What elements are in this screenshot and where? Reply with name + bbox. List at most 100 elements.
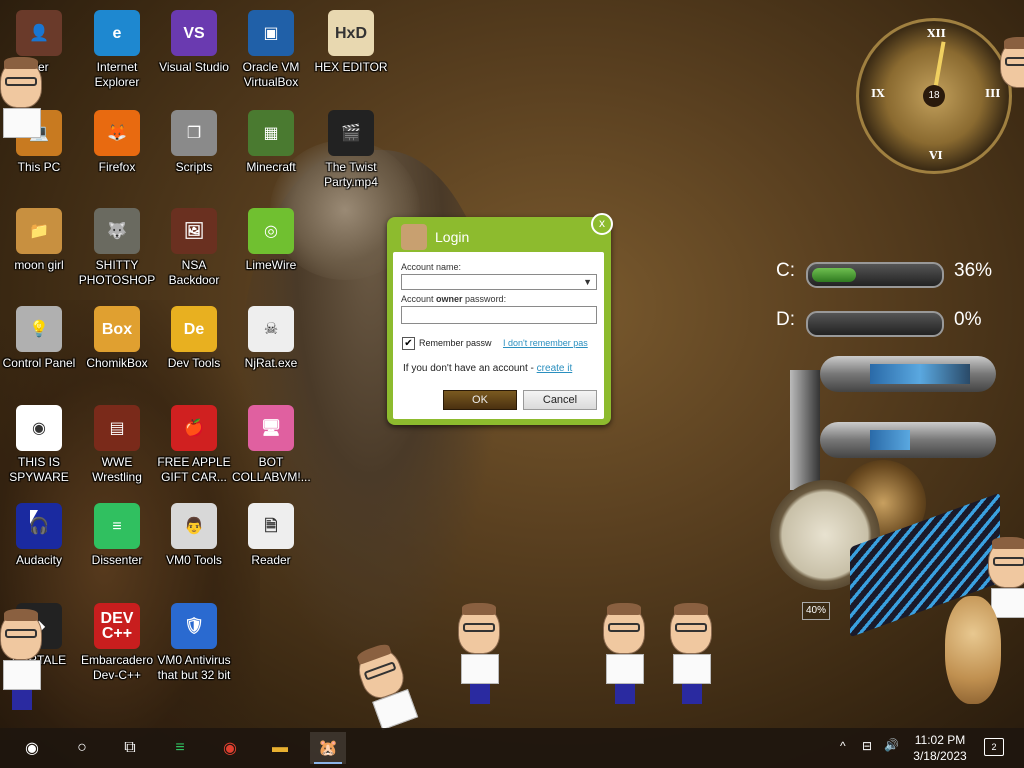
network-icon[interactable]: ⊟ bbox=[862, 739, 872, 753]
clock-gadget[interactable]: XII III VI IX 18 bbox=[856, 18, 1012, 174]
drive-fill bbox=[812, 268, 856, 282]
remember-checkbox[interactable]: ✔ bbox=[402, 337, 415, 350]
desktop-icon-label: The Twist Party.mp4 bbox=[324, 160, 378, 189]
taskbar-clock[interactable]: 11:02 PM 3/18/2023 bbox=[900, 732, 980, 764]
desktop-icon-label: Dev Tools bbox=[167, 356, 221, 370]
desktop-icon[interactable]: ▤ WWE Wrestling bbox=[78, 405, 156, 485]
desktop-icon-label: VM0 Tools bbox=[166, 553, 222, 567]
desktop-icon-label: WWE Wrestling bbox=[92, 455, 142, 484]
desktop-icon[interactable]: 🐺 SHITTY PHOTOSHOP bbox=[78, 208, 156, 288]
app-icon: ▦ bbox=[248, 110, 294, 156]
drive-letter: D: bbox=[776, 309, 795, 330]
close-icon[interactable]: x bbox=[591, 213, 613, 235]
hamster-mascot bbox=[945, 596, 1001, 704]
app-icon: ◎ bbox=[248, 208, 294, 254]
cancel-button[interactable]: Cancel bbox=[523, 390, 597, 410]
desktop-icon[interactable]: Box ChomikBox bbox=[78, 306, 156, 371]
desktop-icon-label: HEX EDITOR bbox=[314, 60, 388, 74]
desktop-icon[interactable]: De Dev Tools bbox=[155, 306, 233, 371]
chrome-icon: ◉ bbox=[223, 740, 237, 757]
app-icon: 👨 bbox=[171, 503, 217, 549]
app-icon: VS bbox=[171, 10, 217, 56]
dialog-title: Login bbox=[435, 229, 470, 245]
chevron-up-icon[interactable]: ^ bbox=[840, 739, 846, 753]
desktop-icon[interactable]: 🦊 Firefox bbox=[78, 110, 156, 175]
app-icon: 📁 bbox=[16, 208, 62, 254]
taskbar-date: 3/18/2023 bbox=[913, 749, 967, 763]
desktop-icon[interactable]: 🛡 VM0 Antivirus that but 32 bit bbox=[155, 603, 233, 683]
desktop-icon-label: Audacity bbox=[15, 553, 63, 567]
taskbar-app-chrome[interactable]: ◉ bbox=[212, 732, 248, 764]
desktop-icon[interactable]: ◉ THIS IS SPYWARE bbox=[0, 405, 78, 485]
password-field[interactable] bbox=[401, 306, 597, 324]
start-button[interactable]: ◉ bbox=[14, 732, 50, 764]
desktop-icon[interactable]: ◎ LimeWire bbox=[232, 208, 310, 273]
desktop-icon-label: Dissenter bbox=[91, 553, 143, 567]
desktop-icon[interactable]: HxD HEX EDITOR bbox=[312, 10, 390, 75]
search-button[interactable]: ○ bbox=[64, 732, 100, 764]
desktop-icon-label: FREE APPLE GIFT CAR... bbox=[157, 455, 231, 484]
taskbar-app-dissenter[interactable]: ≡ bbox=[162, 732, 198, 764]
drive-meter-d[interactable]: D: 0% bbox=[740, 307, 1000, 337]
app-icon: De bbox=[171, 306, 217, 352]
desktop-icon[interactable]: 🎬 The Twist Party.mp4 bbox=[312, 110, 390, 190]
app-icon: 👤 bbox=[16, 10, 62, 56]
no-account-prompt: If you don't have an account - bbox=[403, 363, 537, 374]
create-account-link[interactable]: create it bbox=[537, 363, 573, 374]
desktop-icon[interactable]: 📁 moon girl bbox=[0, 208, 78, 273]
app-icon: 🖼 bbox=[171, 208, 217, 254]
desktop-icon[interactable]: 🎧 Audacity bbox=[0, 503, 78, 568]
desktop-icon[interactable]: ▣ Oracle VM VirtualBox bbox=[232, 10, 310, 90]
drive-letter: C: bbox=[776, 260, 795, 281]
app-icon: 🐺 bbox=[94, 208, 140, 254]
desktop-icon-label: LimeWire bbox=[245, 258, 297, 272]
desktop-icon[interactable]: VS Visual Studio bbox=[155, 10, 233, 75]
desktop-icon[interactable]: 💡 Control Panel bbox=[0, 306, 78, 371]
task-view-icon: ⧉ bbox=[124, 739, 136, 756]
forgot-password-link[interactable]: I don't remember pas bbox=[503, 338, 588, 348]
taskbar-app-file-explorer[interactable]: ▬ bbox=[262, 732, 298, 764]
desktop-icon[interactable]: ≡ Dissenter bbox=[78, 503, 156, 568]
app-icon: e bbox=[94, 10, 140, 56]
app-icon: Box bbox=[94, 306, 140, 352]
desktop-icon-label: Firefox bbox=[98, 160, 136, 174]
password-label-pre: Account bbox=[401, 294, 437, 304]
notification-icon[interactable]: 2 bbox=[984, 738, 1004, 756]
desktop-icon[interactable]: ☠ NjRat.exe bbox=[232, 306, 310, 371]
cartoon-character bbox=[670, 603, 714, 704]
taskbar: ◉ ○ ⧉ ≡ ◉ ▬ 🐹 ^ ⊟ 🔊 11:02 PM 3/18/2023 2 bbox=[0, 728, 1024, 768]
hamster-icon: 🐹 bbox=[318, 740, 338, 757]
task-view-button[interactable]: ⧉ bbox=[112, 732, 148, 764]
account-name-dropdown[interactable]: ▼ bbox=[401, 274, 597, 290]
ok-button[interactable]: OK bbox=[443, 390, 517, 410]
cartoon-character bbox=[0, 609, 44, 710]
volume-icon[interactable]: 🔊 bbox=[884, 738, 899, 752]
desktop-icon[interactable]: 🖼 NSA Backdoor bbox=[155, 208, 233, 288]
taskbar-app-chomikbox[interactable]: 🐹 bbox=[310, 732, 346, 764]
drive-percent: 36% bbox=[954, 260, 993, 281]
cartoon-character bbox=[458, 603, 502, 704]
app-icon: 🦊 bbox=[94, 110, 140, 156]
pipe-fluid bbox=[870, 430, 910, 450]
cartoon-character bbox=[603, 603, 647, 704]
desktop-icon-label: BOT COLLABVM!... bbox=[232, 455, 311, 484]
app-icon: ◉ bbox=[16, 405, 62, 451]
cartoon-character bbox=[0, 57, 44, 138]
desktop-icon-label: ChomikBox bbox=[86, 356, 148, 370]
desktop-icon-label: moon girl bbox=[14, 258, 64, 272]
chevron-down-icon[interactable]: ▼ bbox=[583, 277, 592, 287]
start-icon: ◉ bbox=[25, 740, 39, 757]
clock-numeral: XII bbox=[927, 27, 946, 40]
cartoon-character bbox=[988, 537, 1024, 618]
desktop-icon[interactable]: ▦ Minecraft bbox=[232, 110, 310, 175]
desktop-icon[interactable]: 🍎 FREE APPLE GIFT CAR... bbox=[155, 405, 233, 485]
desktop-icon[interactable]: 🖥 BOT COLLABVM!... bbox=[232, 405, 311, 485]
drive-meter-c[interactable]: C: 36% bbox=[740, 258, 1000, 288]
desktop-icon[interactable]: DEV C++ Embarcadero Dev-C++ bbox=[78, 603, 156, 683]
desktop-icon-label: NSA Backdoor bbox=[168, 258, 220, 287]
desktop-icon[interactable]: 🗎 Reader bbox=[232, 503, 310, 568]
desktop-icon-label: Oracle VM VirtualBox bbox=[242, 60, 300, 89]
desktop-icon[interactable]: 👨 VM0 Tools bbox=[155, 503, 233, 568]
desktop-icon[interactable]: ❐ Scripts bbox=[155, 110, 233, 175]
desktop-icon[interactable]: e Internet Explorer bbox=[78, 10, 156, 90]
